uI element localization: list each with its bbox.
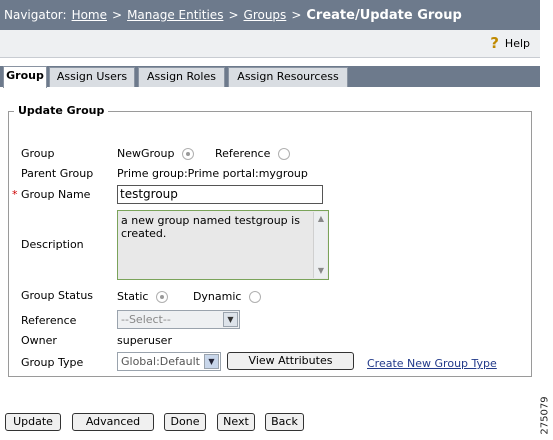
- group-name-input[interactable]: testgroup: [117, 185, 323, 204]
- chevron-down-icon: ▼: [204, 354, 219, 369]
- help-label: Help: [504, 36, 530, 50]
- newgroup-radio[interactable]: [181, 148, 194, 160]
- create-new-group-type-link[interactable]: Create New Group Type: [367, 357, 497, 370]
- breadcrumb-separator: >: [291, 8, 302, 22]
- owner-value: superuser: [117, 334, 172, 347]
- scroll-down-icon[interactable]: ▼: [315, 265, 327, 277]
- done-button[interactable]: Done: [164, 413, 206, 431]
- navigator-bar: Navigator: Home > Manage Entities > Grou…: [0, 0, 540, 30]
- update-button[interactable]: Update: [5, 413, 61, 431]
- page-title: Create/Update Group: [306, 7, 462, 23]
- back-button[interactable]: Back: [265, 413, 304, 431]
- group-name-label: Group Name: [21, 188, 91, 201]
- newgroup-radio-label: NewGroup: [117, 147, 175, 160]
- tab-assign-roles[interactable]: Assign Roles: [138, 67, 225, 87]
- parent-group-label: Parent Group: [21, 167, 94, 180]
- chevron-down-icon: ▼: [223, 312, 238, 327]
- fieldset-legend: Update Group: [14, 104, 109, 117]
- next-button[interactable]: Next: [217, 413, 255, 431]
- tab-assign-users[interactable]: Assign Users: [49, 67, 135, 87]
- figure-number: 275079: [540, 392, 553, 440]
- navigator-label: Navigator:: [4, 8, 67, 22]
- static-radio-label: Static: [117, 290, 149, 303]
- group-type-select[interactable]: Global:Default ▼: [117, 352, 221, 371]
- question-mark-icon: ?: [490, 34, 499, 52]
- group-type-label: Group Type: [21, 356, 84, 369]
- breadcrumb-home[interactable]: Home: [72, 8, 107, 22]
- scroll-up-icon[interactable]: ▲: [315, 213, 327, 225]
- figure-number-text: 275079: [539, 396, 551, 435]
- required-marker: *: [12, 188, 18, 201]
- breadcrumb-separator: >: [228, 8, 239, 22]
- dynamic-radio-label: Dynamic: [192, 290, 242, 303]
- group-label: Group: [21, 147, 55, 160]
- group-type-select-value: Global:Default: [121, 355, 200, 368]
- help-bar: ? Help: [0, 30, 540, 58]
- reference-label: Reference: [21, 314, 77, 327]
- description-text: a new group named testgroup is created.: [121, 214, 300, 240]
- advanced-button[interactable]: Advanced: [72, 413, 154, 431]
- description-label: Description: [21, 238, 84, 251]
- tab-strip: Group Assign Users Assign Roles Assign R…: [0, 66, 540, 88]
- view-attributes-button[interactable]: View Attributes: [227, 352, 354, 370]
- group-radio-row: NewGroup Reference: [117, 147, 290, 160]
- dynamic-radio[interactable]: [248, 291, 261, 303]
- description-scrollbar[interactable]: ▲ ▼: [313, 212, 327, 278]
- breadcrumb-separator: >: [112, 8, 123, 22]
- breadcrumb-groups[interactable]: Groups: [244, 8, 287, 22]
- description-textarea[interactable]: a new group named testgroup is created. …: [117, 210, 329, 280]
- tab-group[interactable]: Group: [3, 66, 47, 88]
- reference-radio-label: Reference: [214, 147, 271, 160]
- reference-radio[interactable]: [277, 148, 290, 160]
- breadcrumb-manage-entities[interactable]: Manage Entities: [127, 8, 223, 22]
- group-name-label-row: * Group Name: [12, 188, 91, 201]
- reference-select-value: --Select--: [121, 313, 171, 326]
- parent-group-value: Prime group:Prime portal:mygroup: [117, 167, 308, 180]
- help-link[interactable]: ? Help: [490, 34, 530, 52]
- static-radio[interactable]: [155, 291, 168, 303]
- group-status-radio-row: Static Dynamic: [117, 290, 261, 303]
- tab-assign-resources[interactable]: Assign Resourcess: [228, 67, 348, 87]
- group-status-label: Group Status: [21, 289, 94, 302]
- owner-label: Owner: [21, 334, 57, 347]
- reference-select[interactable]: --Select-- ▼: [117, 310, 240, 329]
